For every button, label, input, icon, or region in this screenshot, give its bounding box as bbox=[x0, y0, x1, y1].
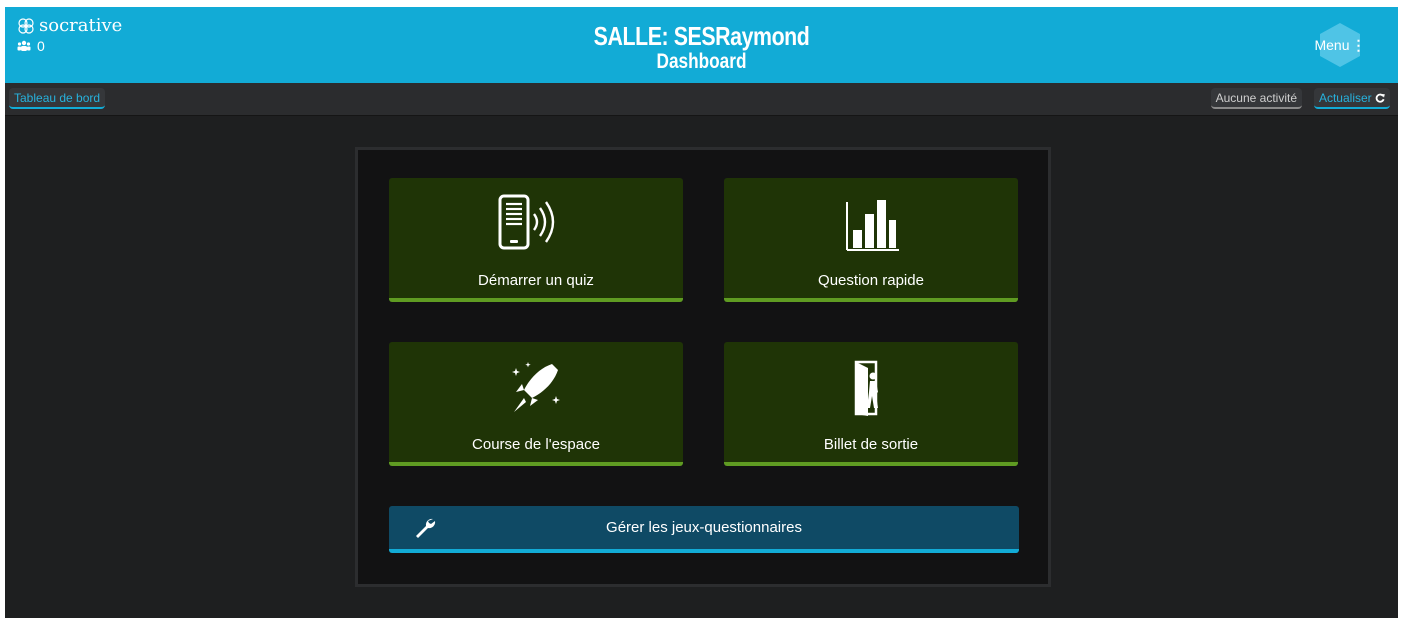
app-window: socrative 0 SALLE: SESRaymond Dashboard bbox=[5, 7, 1398, 618]
manage-label: Gérer les jeux-questionnaires bbox=[606, 519, 802, 536]
quick-question-tile[interactable]: Question rapide bbox=[724, 178, 1018, 302]
manage-quizzes-button[interactable]: Gérer les jeux-questionnaires bbox=[389, 506, 1019, 553]
refresh-label: Actualiser bbox=[1318, 91, 1372, 105]
top-header: socrative 0 SALLE: SESRaymond Dashboard bbox=[5, 7, 1398, 83]
title-block: SALLE: SESRaymond Dashboard bbox=[5, 21, 1398, 74]
page-subtitle: Dashboard bbox=[656, 50, 747, 73]
tile-label: Course de l'espace bbox=[472, 436, 600, 453]
more-vertical-icon: ⋮ bbox=[1351, 36, 1366, 53]
activity-status-button[interactable]: Aucune activité bbox=[1210, 88, 1302, 109]
space-race-tile[interactable]: Course de l'espace bbox=[389, 342, 683, 466]
tile-label: Question rapide bbox=[818, 272, 924, 289]
start-quiz-tile[interactable]: Démarrer un quiz bbox=[389, 178, 683, 302]
tile-label: Billet de sortie bbox=[823, 436, 919, 453]
tablet-broadcast-icon bbox=[498, 194, 555, 250]
exit-door-icon bbox=[854, 360, 878, 416]
refresh-icon bbox=[1375, 93, 1385, 103]
refresh-button[interactable]: Actualiser bbox=[1313, 88, 1390, 109]
toolbar: Tableau de bord Aucune activité Actualis… bbox=[5, 83, 1398, 116]
tile-label: Démarrer un quiz bbox=[478, 272, 594, 289]
bar-chart-icon bbox=[846, 200, 899, 251]
rocket-icon bbox=[512, 362, 560, 412]
menu-label: Menu bbox=[1314, 37, 1350, 53]
menu-button[interactable]: Menu ⋮ bbox=[1314, 22, 1366, 68]
activity-panel: Démarrer un quiz Question rapide Course … bbox=[355, 147, 1051, 587]
room-title: SALLE: SESRaymond bbox=[593, 21, 810, 51]
exit-ticket-tile[interactable]: Billet de sortie bbox=[724, 342, 1018, 466]
dashboard-button[interactable]: Tableau de bord bbox=[9, 88, 106, 109]
